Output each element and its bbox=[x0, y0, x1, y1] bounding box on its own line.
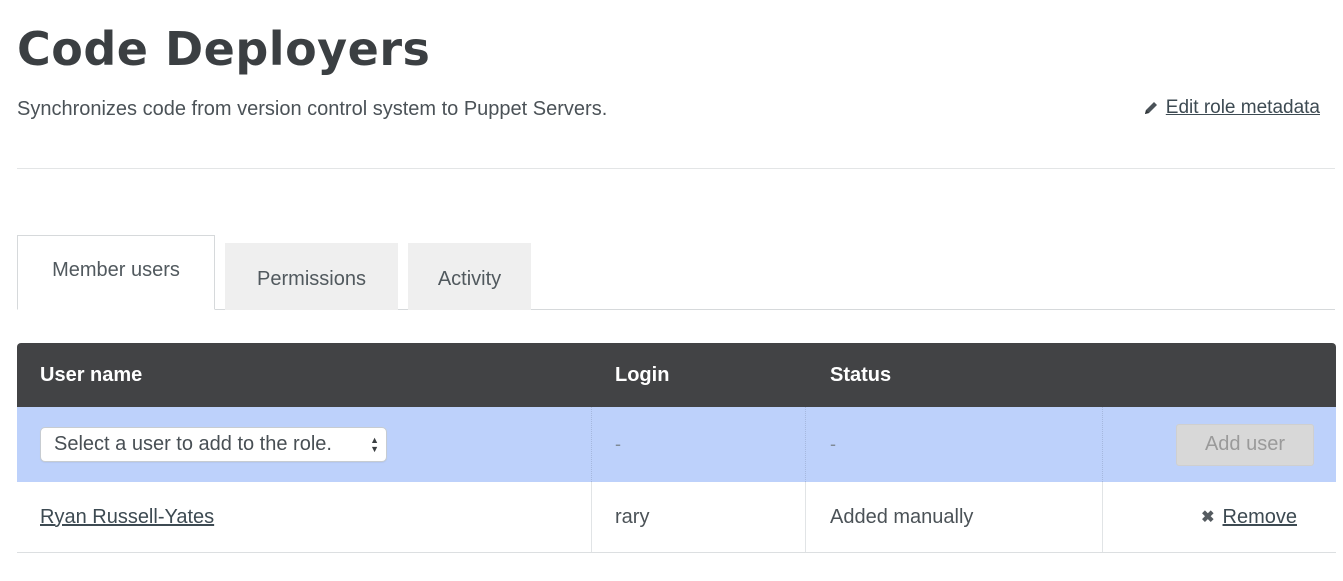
column-header-login: Login bbox=[615, 363, 670, 386]
add-user-button[interactable]: Add user bbox=[1176, 423, 1314, 466]
table-row: Ryan Russell-Yates rary Added manually ✖… bbox=[17, 482, 1336, 553]
add-row-login: - bbox=[615, 434, 621, 454]
close-icon: ✖ bbox=[1201, 509, 1215, 526]
tab-permissions[interactable]: Permissions bbox=[225, 243, 398, 310]
user-name-link[interactable]: Ryan Russell-Yates bbox=[40, 506, 214, 529]
user-select-value: Select a user to add to the role. bbox=[54, 433, 332, 455]
tab-member-users[interactable]: Member users bbox=[17, 235, 215, 310]
add-row-status: - bbox=[830, 434, 836, 454]
add-user-row: Select a user to add to the role. ▲ ▼ - -… bbox=[17, 407, 1336, 482]
user-select[interactable]: Select a user to add to the role. ▲ ▼ bbox=[40, 427, 387, 462]
tab-bar: Member users Permissions Activity bbox=[17, 235, 1335, 310]
select-arrows-icon: ▲ ▼ bbox=[370, 434, 379, 454]
members-table: User name Login Status Select a user to … bbox=[17, 343, 1336, 553]
tab-activity[interactable]: Activity bbox=[408, 243, 531, 310]
edit-role-metadata-label[interactable]: Edit role metadata bbox=[1166, 97, 1320, 119]
divider bbox=[17, 168, 1335, 169]
remove-user-button[interactable]: ✖ Remove bbox=[1201, 506, 1297, 529]
user-status: Added manually bbox=[806, 482, 1103, 552]
pencil-icon bbox=[1143, 100, 1159, 116]
page-description: Synchronizes code from version control s… bbox=[17, 98, 608, 120]
remove-label[interactable]: Remove bbox=[1223, 506, 1297, 529]
table-header: User name Login Status bbox=[17, 343, 1336, 407]
column-header-status: Status bbox=[830, 363, 892, 386]
user-login: rary bbox=[592, 482, 806, 552]
edit-role-metadata-link[interactable]: Edit role metadata bbox=[1143, 97, 1320, 119]
column-header-user-name: User name bbox=[40, 363, 143, 386]
page-title: Code Deployers bbox=[17, 22, 431, 76]
